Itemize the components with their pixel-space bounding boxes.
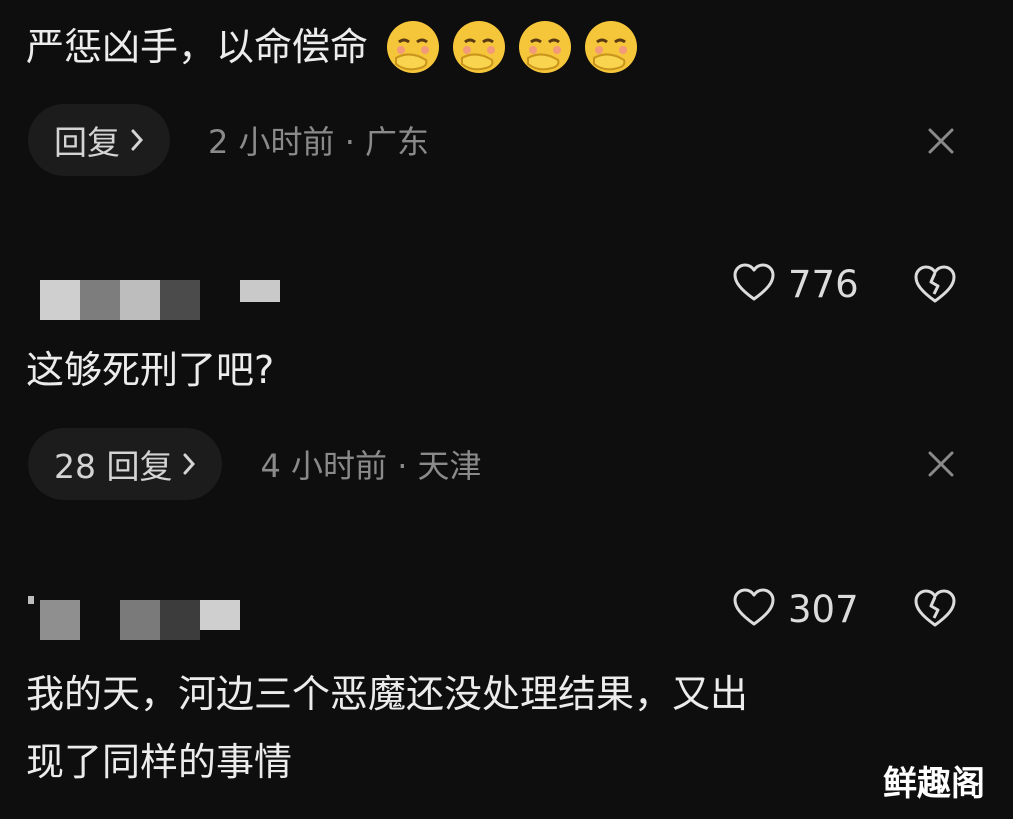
broken-heart-icon[interactable] xyxy=(913,264,957,308)
close-icon[interactable] xyxy=(928,451,954,477)
comment-text: 严惩凶手，以命偿命 xyxy=(26,25,369,69)
smiling-face-with-hand-over-mouth-icon xyxy=(384,18,442,76)
smiling-face-with-hand-over-mouth-icon xyxy=(582,18,640,76)
comment-text-line2: 现了同样的事情 xyxy=(26,740,293,784)
username-redacted xyxy=(40,280,285,322)
like-button[interactable]: 776 xyxy=(732,262,859,306)
close-icon[interactable] xyxy=(928,128,954,154)
smiling-face-with-hand-over-mouth-icon xyxy=(516,18,574,76)
reply-label: 28 回复 xyxy=(54,447,173,486)
like-button[interactable]: 307 xyxy=(732,587,859,631)
broken-heart-icon[interactable] xyxy=(913,588,957,632)
reply-button[interactable]: 回复 xyxy=(28,104,170,176)
watermark: 鲜趣阁 xyxy=(883,764,985,804)
reply-button[interactable]: 28 回复 xyxy=(28,428,223,500)
chevron-right-icon xyxy=(130,128,144,152)
reply-label: 回复 xyxy=(54,123,120,162)
comment-meta: 4 小时前 · 天津 xyxy=(260,447,482,485)
smiling-face-with-hand-over-mouth-icon xyxy=(450,18,508,76)
like-count: 776 xyxy=(788,262,859,306)
comment-text: 这够死刑了吧? xyxy=(26,348,275,392)
comment-text-line1: 我的天，河边三个恶魔还没处理结果，又出 xyxy=(26,672,749,716)
heart-icon xyxy=(732,262,776,306)
like-count: 307 xyxy=(788,587,859,631)
comment-meta: 2 小时前 · 广东 xyxy=(208,123,430,161)
chevron-right-icon xyxy=(182,452,196,476)
username-redacted xyxy=(28,596,243,640)
heart-icon xyxy=(732,587,776,631)
